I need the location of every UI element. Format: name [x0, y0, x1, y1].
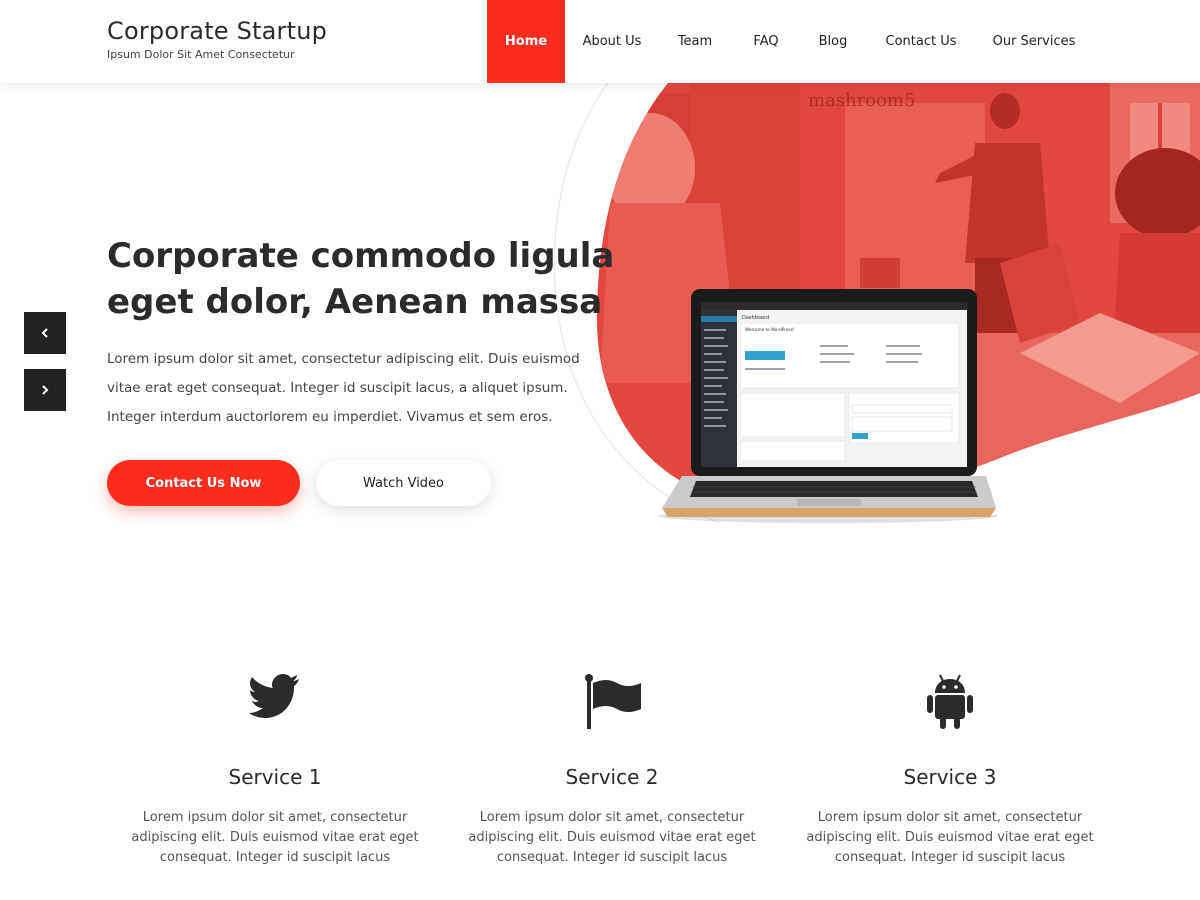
service-desc-line: Lorem ipsum dolor sit amet, consectetur	[479, 810, 745, 825]
flag-icon	[585, 674, 641, 729]
service-title: Service 2	[565, 765, 659, 789]
twitter-icon	[249, 674, 299, 718]
hero-slider: mashroom5 Dashboard Welcome to WordPress…	[0, 83, 1200, 563]
chevron-left-icon	[41, 328, 48, 338]
service-description: Lorem ipsum dolor sit amet, consectetur …	[790, 808, 1110, 868]
service-title: Service 1	[228, 765, 322, 789]
nav-item-about-us[interactable]: About Us	[565, 0, 659, 83]
nav-item-our-services[interactable]: Our Services	[977, 0, 1091, 83]
slider-next-button[interactable]	[24, 369, 66, 411]
photo-sign-text: mashroom5	[808, 90, 915, 111]
service-desc-line: Lorem ipsum dolor sit amet, consectetur	[817, 810, 1083, 825]
site-title[interactable]: Corporate Startup	[107, 17, 327, 45]
service-title: Service 3	[903, 765, 997, 789]
service-desc-line: consequat. Integer id suscipit lacus	[834, 850, 1066, 865]
site-header: Corporate Startup Ipsum Dolor Sit Amet C…	[0, 0, 1200, 83]
hero-heading-line: eget dolor, Aenean massa	[107, 282, 603, 322]
screen-dashboard-title: Dashboard	[742, 315, 769, 321]
watch-video-button[interactable]: Watch Video	[316, 460, 491, 506]
service-description: Lorem ipsum dolor sit amet, consectetur …	[452, 808, 772, 868]
service-desc-line: consequat. Integer id suscipit lacus	[496, 850, 728, 865]
android-icon	[927, 674, 973, 729]
laptop-illustration: Dashboard Welcome to WordPress!	[658, 289, 998, 523]
slider-prev-button[interactable]	[24, 312, 66, 354]
nav-item-home[interactable]: Home	[487, 0, 565, 83]
hero-description: Lorem ipsum dolor sit amet, consectetur …	[107, 345, 587, 432]
service-desc-line: consequat. Integer id suscipit lacus	[159, 850, 391, 865]
hero-text-line: vitae erat eget consequat. Integer id su…	[107, 380, 568, 396]
service-description: Lorem ipsum dolor sit amet, consectetur …	[115, 808, 435, 868]
services-section: Service 1 Lorem ipsum dolor sit amet, co…	[0, 563, 1200, 900]
service-desc-line: Lorem ipsum dolor sit amet, consectetur	[142, 810, 408, 825]
service-desc-line: adipiscing elit. Duis euismod vitae erat…	[468, 830, 756, 845]
nav-item-team[interactable]: Team	[659, 0, 731, 83]
nav-item-contact-us[interactable]: Contact Us	[865, 0, 977, 83]
screen-welcome-text: Welcome to WordPress!	[745, 327, 795, 332]
service-desc-line: adipiscing elit. Duis euismod vitae erat…	[131, 830, 419, 845]
nav-item-blog[interactable]: Blog	[801, 0, 865, 83]
hero-text-line: Lorem ipsum dolor sit amet, consectetur …	[107, 351, 580, 367]
hero-heading: Corporate commodo ligula eget dolor, Aen…	[107, 233, 615, 325]
hero-heading-line: Corporate commodo ligula	[107, 236, 615, 276]
contact-us-now-button[interactable]: Contact Us Now	[107, 460, 300, 506]
site-tagline: Ipsum Dolor Sit Amet Consectetur	[107, 48, 295, 61]
hero-text-line: Integer interdum auctorlorem eu imperdie…	[107, 409, 553, 425]
chevron-right-icon	[42, 385, 49, 395]
brand[interactable]: Corporate Startup Ipsum Dolor Sit Amet C…	[107, 17, 327, 61]
nav-item-faq[interactable]: FAQ	[731, 0, 801, 83]
service-desc-line: adipiscing elit. Duis euismod vitae erat…	[806, 830, 1094, 845]
main-nav: Home About Us Team FAQ Blog Contact Us O…	[487, 0, 1091, 83]
